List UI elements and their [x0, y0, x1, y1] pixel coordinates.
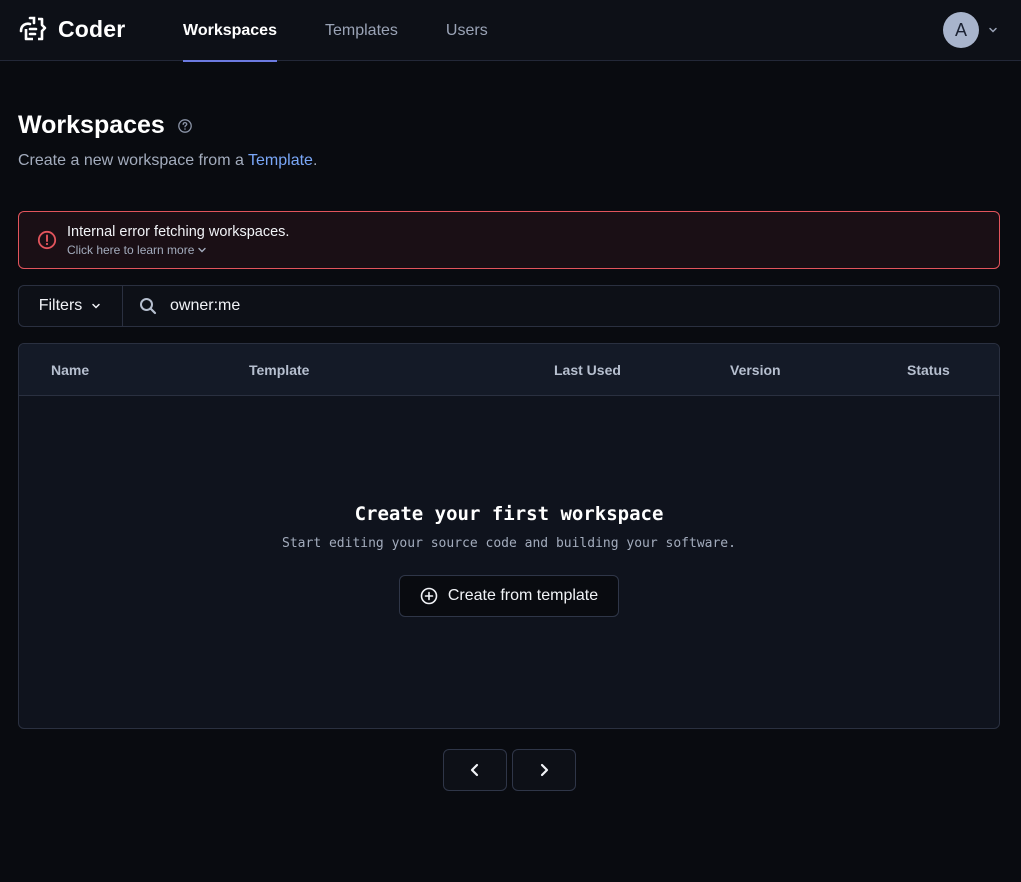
- search-box: [123, 286, 999, 326]
- create-from-template-button[interactable]: Create from template: [399, 575, 619, 617]
- subtitle-text: Create a new workspace from a: [18, 152, 249, 169]
- column-header-last-used: Last Used: [554, 362, 621, 378]
- user-menu[interactable]: A: [943, 12, 999, 48]
- title-row: Workspaces: [18, 111, 193, 140]
- template-link[interactable]: Template: [248, 152, 313, 169]
- search-icon: [140, 298, 157, 315]
- coder-logo-icon: [19, 16, 47, 41]
- brand-name: Coder: [58, 15, 126, 42]
- chevron-left-icon: [470, 763, 479, 777]
- previous-page-button[interactable]: [443, 749, 507, 791]
- help-icon[interactable]: [177, 118, 193, 134]
- alert-title: Internal error fetching workspaces.: [67, 223, 290, 240]
- empty-state-subtitle: Start editing your source code and build…: [282, 536, 736, 551]
- filters-button[interactable]: Filters: [19, 286, 123, 326]
- filter-bar: Filters: [18, 285, 1000, 327]
- page-title: Workspaces: [18, 111, 165, 139]
- chevron-down-icon: [989, 27, 997, 33]
- page-subtitle: Create a new workspace from a Template.: [18, 152, 317, 170]
- alert-learn-more-link[interactable]: Click here to learn more: [67, 243, 289, 257]
- workspaces-table: Name Template Last Used Version Status C…: [18, 343, 1000, 729]
- column-header-template: Template: [249, 362, 310, 378]
- nav-tab-workspaces[interactable]: Workspaces: [183, 0, 277, 62]
- column-header-version: Version: [730, 362, 781, 378]
- create-button-label: Create from template: [447, 587, 599, 604]
- plus-circle-icon: [420, 587, 438, 605]
- nav-tab-templates[interactable]: Templates: [325, 0, 398, 61]
- search-input[interactable]: [170, 297, 870, 315]
- empty-state: Create your first workspace Start editin…: [19, 396, 999, 728]
- main-nav: Workspaces Templates Users: [183, 0, 488, 62]
- nav-tab-users[interactable]: Users: [446, 0, 488, 61]
- error-alert: Internal error fetching workspaces. Clic…: [18, 211, 1000, 269]
- error-icon: [37, 230, 57, 250]
- subtitle-period: .: [312, 152, 318, 169]
- alert-text: Internal error fetching workspaces. Clic…: [67, 224, 289, 257]
- next-page-button[interactable]: [512, 749, 576, 791]
- chevron-down-icon: [92, 303, 101, 309]
- empty-state-title: Create your first workspace: [354, 503, 664, 525]
- avatar: A: [943, 12, 979, 48]
- column-header-status: Status: [907, 362, 950, 378]
- alert-link-label: Click here to learn more: [67, 242, 195, 257]
- filters-label: Filters: [38, 297, 83, 314]
- column-header-name: Name: [51, 362, 90, 378]
- chevron-down-icon: [198, 247, 207, 252]
- table-header: Name Template Last Used Version Status: [19, 344, 999, 396]
- top-navbar: Coder Workspaces Templates Users A: [0, 0, 1021, 62]
- coder-logo[interactable]: Coder: [18, 15, 125, 43]
- chevron-right-icon: [540, 763, 549, 777]
- pagination: [443, 749, 576, 791]
